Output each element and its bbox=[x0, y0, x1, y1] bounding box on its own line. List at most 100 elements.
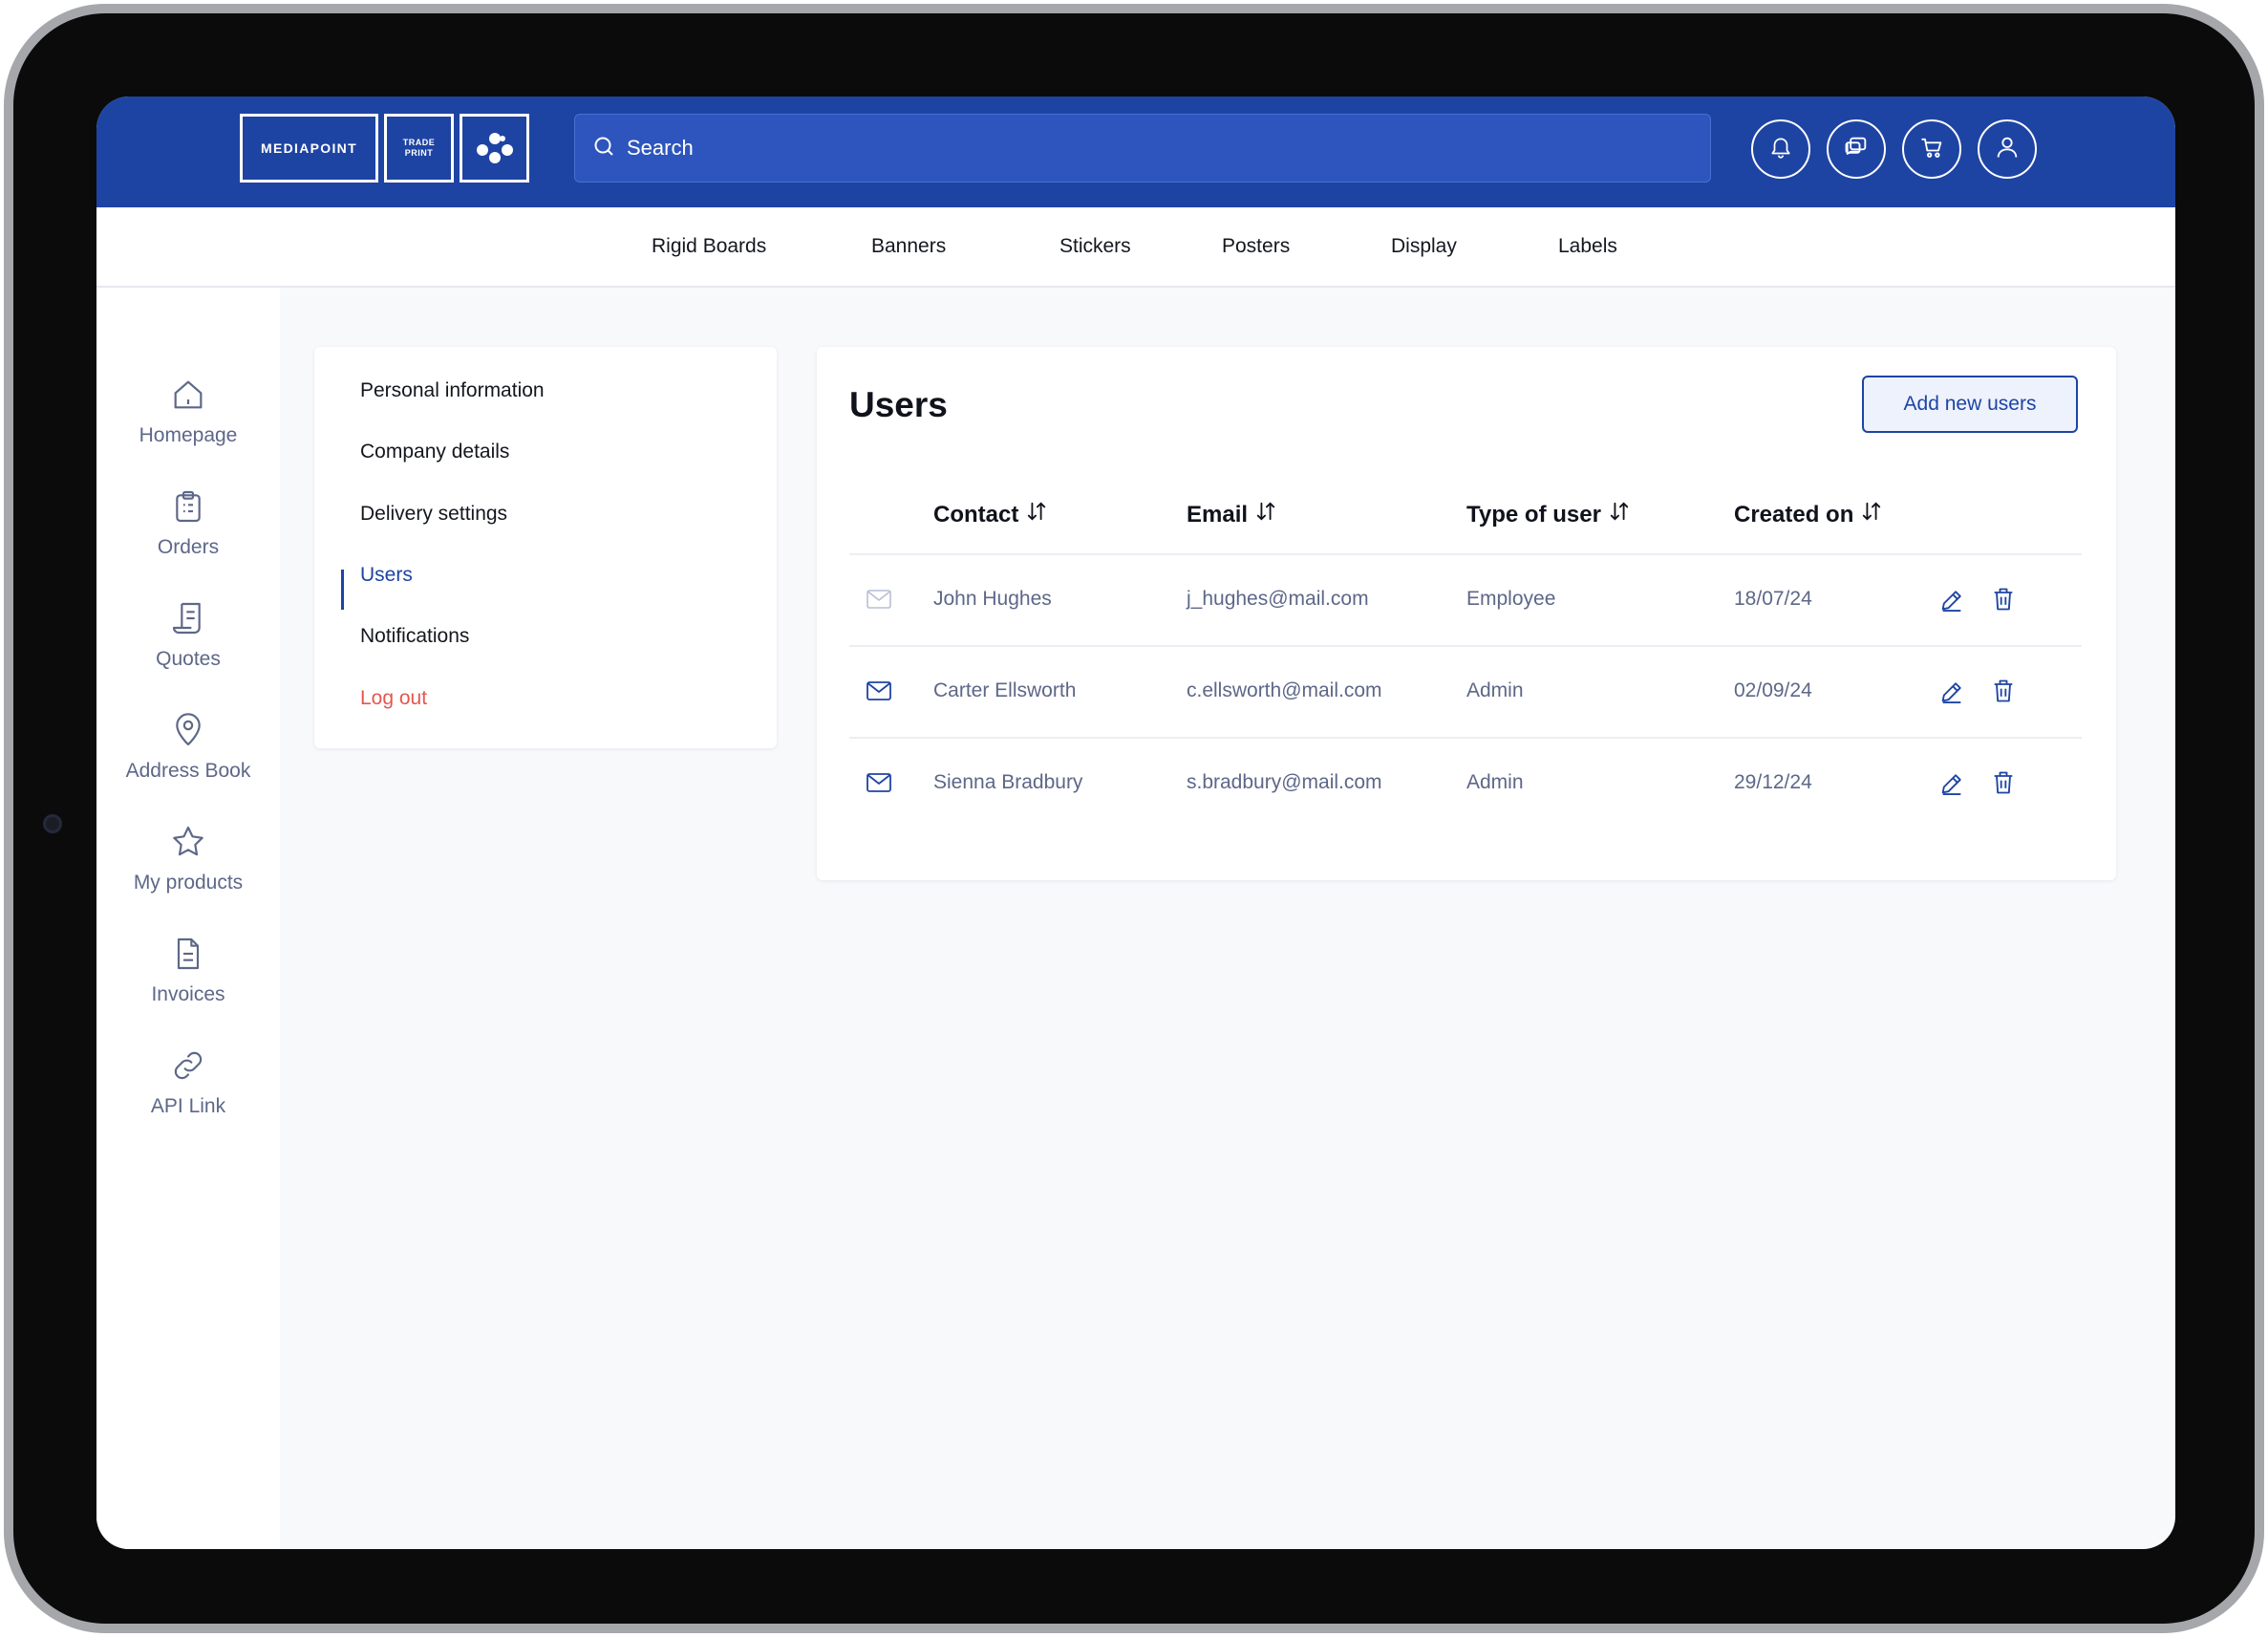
envelope-icon[interactable] bbox=[867, 681, 891, 705]
category-nav: Rigid Boards Banners Stickers Posters Di… bbox=[96, 207, 2175, 288]
link-icon bbox=[169, 1046, 207, 1089]
cart-icon bbox=[1918, 134, 1945, 165]
trash-icon[interactable] bbox=[1990, 586, 2017, 617]
envelope-icon[interactable] bbox=[867, 590, 891, 614]
table-row[interactable]: Carter Ellsworth c.ellsworth@mail.com Ad… bbox=[849, 647, 2082, 737]
rail-item-my-products[interactable]: My products bbox=[96, 823, 280, 894]
column-header-label: Type of user bbox=[1466, 501, 1601, 528]
clipboard-icon bbox=[169, 487, 207, 530]
category-banners[interactable]: Banners bbox=[871, 235, 946, 258]
user-icon bbox=[1994, 134, 2021, 165]
edit-pencil-icon[interactable] bbox=[1938, 678, 1965, 710]
account-settings-menu: Personal information Company details Del… bbox=[314, 347, 777, 748]
volume-button bbox=[294, 4, 388, 12]
rail-item-address-book[interactable]: Address Book bbox=[96, 711, 280, 783]
contact-name: Sienna Bradbury bbox=[933, 771, 1083, 793]
active-indicator bbox=[341, 570, 344, 610]
rail-item-invoices[interactable]: Invoices bbox=[96, 935, 280, 1006]
page-title: Users bbox=[849, 385, 948, 424]
column-header-created-on[interactable]: Created on bbox=[1734, 501, 1882, 528]
column-header-label: Contact bbox=[933, 501, 1019, 528]
created-date: 18/07/24 bbox=[1734, 588, 1812, 610]
rail-item-homepage[interactable]: Homepage bbox=[96, 376, 280, 447]
chat-icon bbox=[1843, 134, 1870, 165]
column-header-label: Created on bbox=[1734, 501, 1854, 528]
menu-item-delivery-settings[interactable]: Delivery settings bbox=[360, 503, 507, 526]
rail-item-orders[interactable]: Orders bbox=[96, 487, 280, 559]
search-icon bbox=[592, 135, 615, 162]
bell-icon bbox=[1768, 135, 1793, 164]
add-new-users-button[interactable]: Add new users bbox=[1862, 376, 2078, 433]
created-date: 29/12/24 bbox=[1734, 771, 1812, 793]
rail-item-api-link[interactable]: API Link bbox=[96, 1046, 280, 1118]
rail-item-quotes[interactable]: Quotes bbox=[96, 599, 280, 671]
category-rigid-boards[interactable]: Rigid Boards bbox=[652, 235, 766, 258]
document-icon bbox=[169, 935, 207, 978]
table-row[interactable]: Sienna Bradbury s.bradbury@mail.com Admi… bbox=[849, 739, 2082, 829]
search-input[interactable] bbox=[627, 136, 1678, 161]
users-card: Users Add new users Contact Email Type o… bbox=[817, 347, 2116, 880]
sort-icon bbox=[1861, 501, 1882, 528]
email-address: j_hughes@mail.com bbox=[1187, 588, 1369, 610]
table-row[interactable]: John Hughes j_hughes@mail.com Employee 1… bbox=[849, 555, 2082, 645]
scroll-icon bbox=[169, 599, 207, 642]
star-icon bbox=[169, 823, 207, 866]
messages-button[interactable] bbox=[1827, 119, 1886, 179]
tablet-frame: MEDIAPOINT TRADE PRINT Search Rigid Boar… bbox=[4, 4, 2264, 1633]
email-address: s.bradbury@mail.com bbox=[1187, 771, 1382, 793]
menu-item-notifications[interactable]: Notifications bbox=[360, 625, 469, 648]
rail-item-label: API Link bbox=[150, 1095, 226, 1117]
category-posters[interactable]: Posters bbox=[1222, 235, 1290, 258]
location-pin-icon bbox=[169, 711, 207, 754]
logo-wordmark: MEDIAPOINT bbox=[240, 114, 378, 183]
menu-item-users[interactable]: Users bbox=[360, 564, 413, 587]
user-type: Employee bbox=[1466, 588, 1556, 610]
menu-item-company-details[interactable]: Company details bbox=[360, 441, 509, 463]
mediapoint-logo[interactable]: MEDIAPOINT TRADE PRINT bbox=[240, 114, 529, 183]
envelope-icon[interactable] bbox=[867, 773, 891, 797]
contact-name: John Hughes bbox=[933, 588, 1052, 610]
side-rail: Homepage Orders Quotes Address Book My p… bbox=[96, 288, 280, 1549]
user-type: Admin bbox=[1466, 679, 1524, 701]
trash-icon[interactable] bbox=[1990, 678, 2017, 709]
logo-trade-print: TRADE PRINT bbox=[384, 114, 454, 183]
rail-item-label: Invoices bbox=[151, 983, 225, 1005]
side-button bbox=[4, 126, 12, 283]
menu-item-personal-information[interactable]: Personal information bbox=[360, 379, 545, 402]
volume-button bbox=[185, 4, 279, 12]
trash-icon[interactable] bbox=[1990, 769, 2017, 801]
user-type: Admin bbox=[1466, 771, 1524, 793]
cart-button[interactable] bbox=[1902, 119, 1961, 179]
rail-item-label: Homepage bbox=[139, 424, 238, 446]
rail-item-label: Address Book bbox=[125, 760, 251, 782]
logo-trade-line: TRADE bbox=[402, 138, 436, 147]
search-bar[interactable] bbox=[574, 114, 1711, 183]
created-date: 02/09/24 bbox=[1734, 679, 1812, 701]
sort-icon bbox=[1255, 501, 1276, 528]
logout-link[interactable]: Log out bbox=[360, 687, 427, 710]
sort-icon bbox=[1609, 501, 1630, 528]
email-address: c.ellsworth@mail.com bbox=[1187, 679, 1382, 701]
notifications-button[interactable] bbox=[1751, 119, 1810, 179]
front-camera bbox=[43, 814, 62, 833]
logo-print-line: PRINT bbox=[404, 148, 434, 158]
home-icon bbox=[169, 376, 207, 419]
edit-pencil-icon[interactable] bbox=[1938, 587, 1965, 618]
rail-item-label: Orders bbox=[157, 536, 220, 558]
header-actions bbox=[1751, 119, 2037, 179]
column-header-contact[interactable]: Contact bbox=[933, 501, 1047, 528]
category-display[interactable]: Display bbox=[1391, 235, 1457, 258]
account-button[interactable] bbox=[1978, 119, 2037, 179]
app-screen: MEDIAPOINT TRADE PRINT Search Rigid Boar… bbox=[96, 97, 2175, 1549]
category-stickers[interactable]: Stickers bbox=[1059, 235, 1131, 258]
rail-item-label: Quotes bbox=[156, 648, 221, 670]
logo-dots-icon bbox=[460, 114, 529, 183]
column-header-label: Email bbox=[1187, 501, 1249, 528]
category-labels[interactable]: Labels bbox=[1558, 235, 1617, 258]
top-header: MEDIAPOINT TRADE PRINT bbox=[96, 97, 2175, 207]
rail-item-label: My products bbox=[133, 872, 244, 894]
edit-pencil-icon[interactable] bbox=[1938, 770, 1965, 802]
sort-icon bbox=[1026, 501, 1047, 528]
column-header-type-of-user[interactable]: Type of user bbox=[1466, 501, 1630, 528]
column-header-email[interactable]: Email bbox=[1187, 501, 1276, 528]
